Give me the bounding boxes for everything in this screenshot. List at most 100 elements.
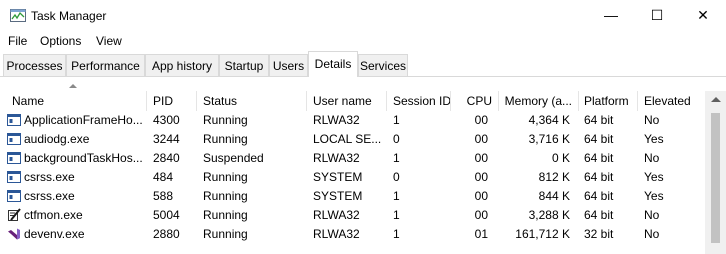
- process-user: RLWA32: [313, 151, 360, 165]
- process-elevated: Yes: [644, 170, 664, 184]
- tab-app-history[interactable]: App history: [145, 54, 219, 76]
- process-platform: 64 bit: [584, 170, 614, 184]
- process-session: 0: [393, 170, 400, 184]
- process-platform: 64 bit: [584, 132, 614, 146]
- process-session: 0: [393, 132, 400, 146]
- process-pid: 3244: [153, 132, 180, 146]
- menu-view[interactable]: View: [96, 34, 122, 48]
- process-name: devenv.exe: [24, 227, 85, 241]
- process-row[interactable]: csrss.exe 588 Running SYSTEM 1 00 844 K 64 bit Y…: [0, 187, 705, 206]
- maximize-button[interactable]: ☐: [634, 0, 680, 31]
- tab-details[interactable]: Details: [308, 51, 358, 77]
- process-platform: 64 bit: [584, 208, 614, 222]
- column-header-pid[interactable]: PID: [153, 91, 173, 111]
- process-user: SYSTEM: [313, 189, 363, 203]
- process-session: 1: [393, 151, 400, 165]
- process-row[interactable]: backgroundTaskHos... 2840 Suspended RLWA32 1…: [0, 149, 705, 168]
- process-memory: 0 K: [551, 151, 570, 165]
- menu-file[interactable]: File: [8, 34, 27, 48]
- process-user: RLWA32: [313, 208, 360, 222]
- process-cpu: 00: [474, 170, 488, 184]
- process-name: ApplicationFrameHo...: [24, 113, 143, 127]
- tab-performance[interactable]: Performance: [66, 54, 145, 76]
- process-elevated: No: [644, 113, 660, 127]
- column-header-session-id[interactable]: Session ID: [393, 91, 451, 111]
- window-app-icon: [7, 171, 21, 183]
- process-cpu: 00: [474, 113, 488, 127]
- process-memory: 4,364 K: [528, 113, 570, 127]
- process-status: Running: [203, 132, 248, 146]
- process-platform: 32 bit: [584, 227, 614, 241]
- process-cpu: 00: [474, 151, 488, 165]
- scroll-thumb[interactable]: [711, 113, 720, 243]
- scroll-up-arrow-icon[interactable]: [711, 97, 721, 102]
- window-app-icon: [7, 152, 21, 164]
- process-name: csrss.exe: [24, 189, 75, 203]
- process-row[interactable]: csrss.exe 484 Running SYSTEM 0 00 812 K 64 bit Y…: [0, 168, 705, 187]
- task-manager-icon: [10, 9, 26, 22]
- process-name: ctfmon.exe: [24, 208, 83, 222]
- process-status: Suspended: [203, 151, 264, 165]
- process-cpu: 01: [474, 227, 488, 241]
- process-cpu: 00: [474, 189, 488, 203]
- process-cpu: 00: [474, 132, 488, 146]
- process-status: Running: [203, 113, 248, 127]
- process-session: 1: [393, 227, 400, 241]
- column-divider[interactable]: [146, 91, 147, 111]
- process-user: LOCAL SE...: [313, 132, 382, 146]
- process-memory: 3,288 K: [528, 208, 570, 222]
- vertical-scrollbar[interactable]: [705, 91, 726, 254]
- process-row[interactable]: ctfmon.exe 5004 Running RLWA32 1 00 3,288 K 64 …: [0, 206, 705, 225]
- process-memory: 161,712 K: [515, 227, 570, 241]
- process-pid: 2880: [153, 227, 180, 241]
- tab-processes[interactable]: Processes: [3, 54, 66, 76]
- tab-users[interactable]: Users: [269, 54, 308, 76]
- process-elevated: No: [644, 208, 660, 222]
- process-row[interactable]: audiodg.exe 3244 Running LOCAL SE... 0 00 3,71…: [0, 130, 705, 149]
- process-user: RLWA32: [313, 227, 360, 241]
- process-status: Running: [203, 189, 248, 203]
- process-name: backgroundTaskHos...: [24, 151, 143, 165]
- process-cpu: 00: [474, 208, 488, 222]
- window-title: Task Manager: [31, 9, 107, 23]
- process-elevated: Yes: [644, 132, 664, 146]
- menu-bar: File Options View: [0, 31, 726, 51]
- process-pid: 484: [153, 170, 174, 184]
- process-elevated: No: [644, 151, 660, 165]
- column-divider[interactable]: [196, 91, 197, 111]
- column-header-memory[interactable]: Memory (a...: [500, 91, 572, 111]
- window-app-icon: [7, 133, 21, 145]
- process-name: audiodg.exe: [24, 132, 90, 146]
- process-status: Running: [203, 170, 248, 184]
- minimize-button[interactable]: —: [588, 0, 634, 31]
- column-header-elevated[interactable]: Elevated: [644, 91, 691, 111]
- tab-services[interactable]: Services: [358, 54, 408, 76]
- menu-options[interactable]: Options: [40, 34, 81, 48]
- process-platform: 64 bit: [584, 189, 614, 203]
- column-divider[interactable]: [386, 91, 387, 111]
- process-name: csrss.exe: [24, 170, 75, 184]
- column-header-name[interactable]: Name: [12, 91, 44, 111]
- tab-startup[interactable]: Startup: [219, 54, 269, 76]
- column-divider[interactable]: [306, 91, 307, 111]
- column-divider[interactable]: [450, 91, 451, 111]
- column-divider[interactable]: [578, 91, 579, 111]
- process-status: Running: [203, 227, 248, 241]
- column-header-platform[interactable]: Platform: [584, 91, 629, 111]
- column-divider[interactable]: [637, 91, 638, 111]
- process-row[interactable]: ApplicationFrameHo... 4300 Running RLWA32 1 0…: [0, 111, 705, 130]
- column-header-user-name[interactable]: User name: [313, 91, 372, 111]
- column-header-cpu[interactable]: CPU: [458, 91, 492, 111]
- sort-ascending-icon: [69, 84, 77, 88]
- process-pid: 5004: [153, 208, 180, 222]
- visual-studio-icon: [8, 228, 20, 240]
- pen-notepad-icon: [8, 208, 21, 221]
- column-header-status[interactable]: Status: [203, 91, 237, 111]
- process-session: 1: [393, 189, 400, 203]
- process-pid: 588: [153, 189, 174, 203]
- close-button[interactable]: ✕: [680, 0, 726, 31]
- process-row[interactable]: devenv.exe 2880 Running RLWA32 1 01 161,712 K 3…: [0, 225, 705, 244]
- process-memory: 3,716 K: [528, 132, 570, 146]
- process-status: Running: [203, 208, 248, 222]
- column-divider[interactable]: [498, 91, 499, 111]
